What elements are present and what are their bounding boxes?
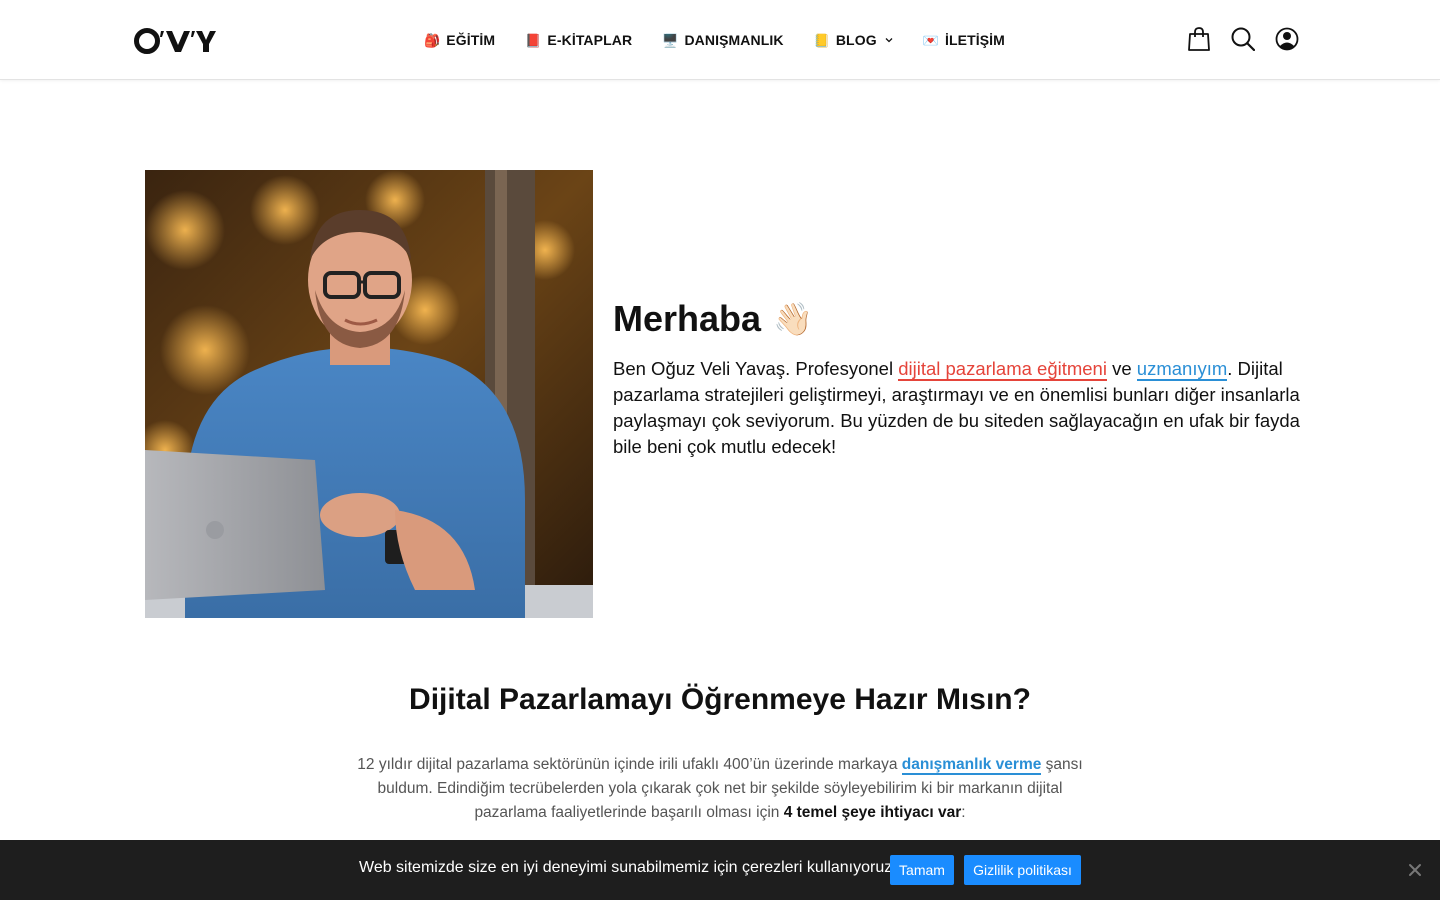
nav-item-iletisim[interactable]: 💌 İLETİŞİM	[923, 32, 1005, 48]
backpack-icon: 🎒	[424, 32, 441, 48]
section-paragraph: 12 yıldır dijital pazarlama sektörünün i…	[345, 753, 1095, 825]
hero-title: Merhaba 👋🏻	[613, 296, 1303, 342]
section-title-light: Dijital Pazarlamayı Öğrenmeye	[409, 683, 855, 716]
nav-item-label: DANIŞMANLIK	[684, 32, 784, 48]
nav-item-label: İLETİŞİM	[944, 32, 1005, 48]
section-text-1: 12 yıldır dijital pazarlama sektörünün i…	[357, 756, 902, 773]
user-icon	[1275, 27, 1299, 51]
profile-photo-image	[145, 170, 593, 618]
nav-item-e-kitaplar[interactable]: 📕 E-KİTAPLAR	[525, 32, 632, 48]
hero-text-2: ve	[1106, 358, 1137, 379]
hero-title-text: Merhaba	[613, 298, 762, 339]
book-icon: 📕	[525, 32, 542, 48]
search-icon	[1231, 27, 1255, 51]
profile-photo	[145, 170, 593, 618]
nav-item-blog[interactable]: 📒 BLOG	[814, 32, 893, 48]
digital-marketing-trainer-link[interactable]: dijital pazarlama eğitmeni	[898, 358, 1107, 381]
close-icon[interactable]	[1406, 861, 1424, 879]
notebook-icon: 📒	[813, 32, 830, 48]
privacy-policy-button[interactable]: Gizlilik politikası	[964, 855, 1081, 885]
cart-button[interactable]	[1186, 26, 1212, 52]
header-actions	[1186, 26, 1300, 52]
love-letter-icon: 💌	[922, 32, 939, 48]
nav-item-label: EĞİTİM	[446, 32, 496, 48]
search-button[interactable]	[1230, 26, 1256, 52]
nav-item-label: E-KİTAPLAR	[547, 32, 633, 48]
logo-mark	[134, 28, 216, 54]
chevron-down-icon	[885, 38, 893, 43]
section-bold-text: 4 temel şeye ihtiyacı var	[783, 804, 962, 821]
cookie-banner: Web sitemizde size en iyi deneyimi sunab…	[0, 840, 1440, 900]
nav-item-label: BLOG	[835, 32, 877, 48]
consulting-link[interactable]: danışmanlık verme	[901, 756, 1042, 775]
bag-icon	[1188, 27, 1210, 51]
cookie-accept-button[interactable]: Tamam	[890, 855, 954, 885]
cookie-message: Web sitemizde size en iyi deneyimi sunab…	[359, 859, 897, 876]
hero-content: Merhaba 👋🏻 Ben Oğuz Veli Yavaş. Profesyo…	[613, 296, 1303, 460]
section-title-bold: Hazır Mısın?	[854, 683, 1031, 716]
section-title: Dijital Pazarlamayı Öğrenmeye Hazır Mısı…	[0, 683, 1440, 717]
site-header: 🎒 EĞİTİM 📕 E-KİTAPLAR 🖥️ DANIŞMANLIK 📒 B…	[0, 0, 1440, 80]
site-logo[interactable]	[134, 24, 216, 56]
hero-paragraph: Ben Oğuz Veli Yavaş. Profesyonel dijital…	[613, 356, 1303, 460]
expert-link[interactable]: uzmanıyım	[1136, 358, 1228, 381]
section-text-3: :	[961, 804, 966, 821]
account-button[interactable]	[1274, 26, 1300, 52]
nav-item-danismanlik[interactable]: 🖥️ DANIŞMANLIK	[662, 32, 783, 48]
main-nav: 🎒 EĞİTİM 📕 E-KİTAPLAR 🖥️ DANIŞMANLIK 📒 B…	[424, 0, 1005, 80]
waving-hand-icon: 👋🏻	[773, 301, 813, 337]
nav-item-egitim[interactable]: 🎒 EĞİTİM	[424, 32, 495, 48]
computer-icon: 🖥️	[662, 32, 679, 48]
hero-text-1: Ben Oğuz Veli Yavaş. Profesyonel	[613, 358, 899, 379]
